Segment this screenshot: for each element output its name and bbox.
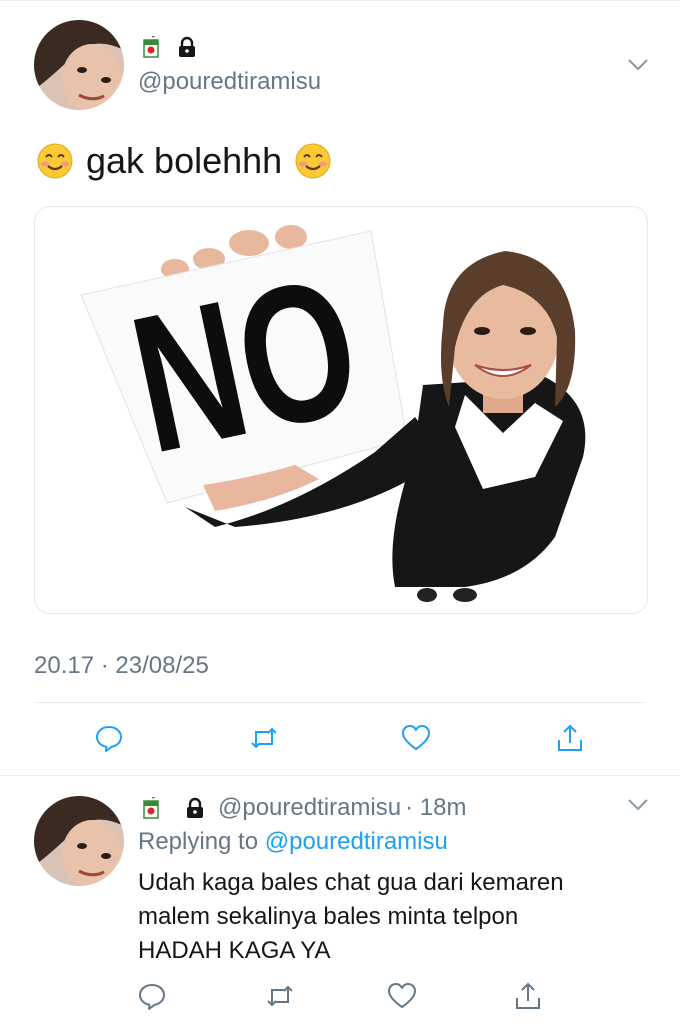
like-button[interactable] <box>398 720 434 756</box>
reply-like-button[interactable] <box>384 978 420 1014</box>
reply-line: Udah kaga bales chat gua dari kemaren <box>138 869 564 896</box>
juice-box-icon <box>140 35 162 58</box>
no-card-text: NO <box>116 235 376 494</box>
smiling-face-icon <box>36 142 74 180</box>
timestamp-divider <box>34 702 646 703</box>
retweet-icon <box>267 985 293 1007</box>
juice-box-icon <box>140 796 162 819</box>
reply-body: Udah kaga bales chat gua dari kemaren ma… <box>138 866 638 968</box>
comment-icon <box>96 726 122 752</box>
tweet-text: gak bolehhh <box>36 140 332 182</box>
reply-share-button[interactable] <box>510 978 546 1014</box>
comment-icon <box>139 984 165 1010</box>
replying-to: Replying to @pouredtiramisu <box>138 828 448 856</box>
share-icon <box>558 724 582 751</box>
replying-handle-link[interactable]: @pouredtiramisu <box>265 828 448 855</box>
share-button[interactable] <box>552 720 588 756</box>
tweet-handle[interactable]: @pouredtiramisu <box>138 68 321 96</box>
tweet-divider <box>0 775 680 776</box>
name-badges <box>140 35 198 58</box>
reply-header: @pouredtiramisu · 18m <box>140 794 466 822</box>
reply-retweet-button[interactable] <box>262 978 298 1014</box>
reply-avatar[interactable] <box>34 796 124 886</box>
tweet-image[interactable]: NO <box>34 206 648 614</box>
reply-time: · 18m <box>405 794 467 821</box>
chevron-down-icon[interactable] <box>627 58 649 72</box>
reply-line: malem sekalinya bales minta telpon <box>138 903 519 930</box>
share-icon <box>516 982 540 1009</box>
reply-line: HADAH KAGA YA <box>138 937 331 964</box>
heart-icon <box>402 725 430 750</box>
reply-reply-button[interactable] <box>134 978 170 1014</box>
retweet-icon <box>251 727 277 749</box>
replying-prefix: Replying to <box>138 828 259 855</box>
tweet-timestamp: 20.17 · 23/08/25 <box>34 652 209 679</box>
retweet-button[interactable] <box>246 720 282 756</box>
lock-icon <box>176 36 198 58</box>
tweet-body: gak bolehhh <box>86 140 283 181</box>
smiling-face-icon <box>294 142 332 180</box>
chevron-down-icon[interactable] <box>627 798 649 812</box>
reply-button[interactable] <box>91 720 127 756</box>
lock-icon <box>184 797 206 819</box>
heart-icon <box>388 983 416 1008</box>
reply-handle[interactable]: @pouredtiramisu <box>218 794 401 822</box>
top-divider <box>0 0 680 1</box>
avatar[interactable] <box>34 20 124 110</box>
